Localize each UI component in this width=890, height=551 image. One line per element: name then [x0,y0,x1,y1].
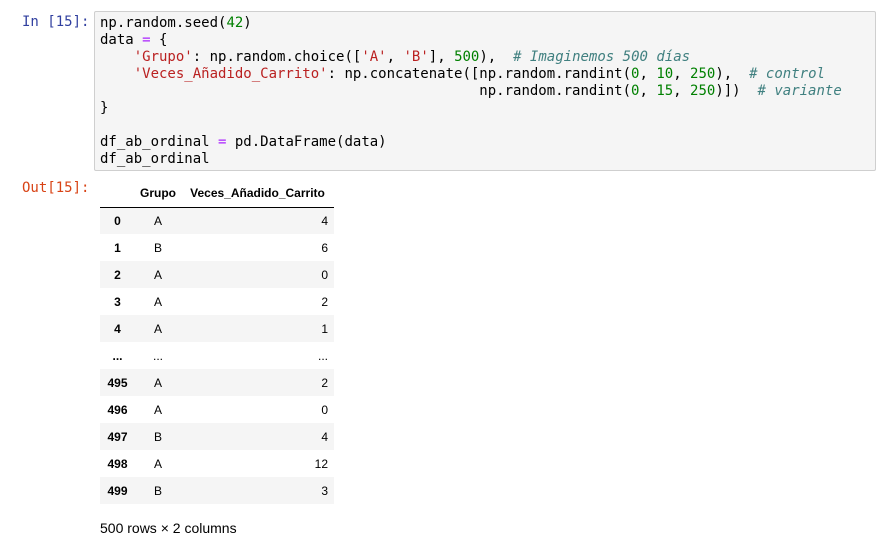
row-index: 495 [107,375,128,390]
row-index: 0 [114,213,121,228]
code-token: 500 [454,49,480,65]
cell-veces: 2 [321,375,328,390]
table-row: 3 A 2 [100,288,334,315]
code-token: , [673,66,691,82]
cell-grupo: A [153,402,162,417]
column-header-grupo: Grupo [135,180,181,208]
code-cell[interactable]: np.random.seed(42) data = { 'Grupo': np.… [94,11,876,171]
row-index: 3 [114,294,121,309]
code-editor[interactable]: np.random.seed(42) data = { 'Grupo': np.… [100,15,842,168]
table-row: 4 A 1 [100,315,334,342]
code-token: 'Grupo' [133,49,193,65]
code-token: , [386,49,404,65]
code-token: np.random.randint( [479,83,632,99]
code-token: ) [243,15,252,31]
code-token: ), [479,49,514,65]
code-token: df_ab_ordinal [100,134,219,150]
row-index: 498 [107,456,128,471]
row-index: 497 [107,429,128,444]
cell-veces: 4 [321,429,328,444]
code-comment: # Imaginemos 500 días [513,49,691,65]
cell-veces: 6 [321,240,328,255]
input-prompt: In [15]: [22,14,90,30]
index-header [100,180,135,208]
code-comment: # control [749,66,825,82]
row-index: 496 [107,402,128,417]
code-token: np.random.seed( [100,15,227,31]
table-header-row: Grupo Veces_Añadido_Carrito [100,180,334,208]
cell-veces: 4 [321,213,328,228]
code-token: )]) [715,83,758,99]
cell-grupo: A [153,375,162,390]
cell-veces: 3 [321,483,328,498]
code-token: pd.DataFrame(data) [226,134,387,150]
output-prompt: Out[15]: [22,180,90,196]
code-token: : np.concatenate([np.random.randint( [327,66,632,82]
code-token: , [639,66,657,82]
row-index: 4 [114,321,121,336]
code-token: : np.random.choice([ [192,49,362,65]
code-token: 'A' [361,49,387,65]
cell-grupo: B [153,240,162,255]
cell-grupo: A [153,321,162,336]
code-token: 250 [690,66,716,82]
code-token: 42 [226,15,244,31]
code-token: ], [428,49,455,65]
row-index: 499 [107,483,128,498]
row-index: 1 [114,240,121,255]
cell-grupo: B [153,483,162,498]
cell-grupo: ... [152,348,163,363]
cell-grupo: B [153,429,162,444]
code-token: df_ab_ordinal [100,151,210,167]
table-row: 496 A 0 [100,396,334,423]
table-row: 495 A 2 [100,369,334,396]
dataframe-shape: 500 rows × 2 columns [100,520,237,536]
cell-veces: ... [317,348,328,363]
cell-grupo: A [153,456,162,471]
column-header-veces: Veces_Añadido_Carrito [181,180,334,208]
table-body: 0 A 4 1 B 6 2 A 0 3 A 2 4 A 1......... 495 A 2 496 A 0 497 B 4 4… [100,207,334,504]
code-comment: # variante [757,83,842,99]
code-token: = [142,32,151,48]
table-row: 2 A 0 [100,261,334,288]
cell-veces: 0 [321,267,328,282]
cell-grupo: A [153,267,162,282]
table-row: 499 B 3 [100,477,334,504]
code-token: data [100,32,143,48]
row-index: 2 [114,267,121,282]
code-token: 10 [656,66,674,82]
code-token: , [673,83,691,99]
code-token: , [639,83,657,99]
cell-veces: 2 [321,294,328,309]
output-area: Grupo Veces_Añadido_Carrito 0A41B62A03A2… [100,180,334,504]
table-row: 0 A 4 [100,207,334,234]
code-token: } [100,100,109,116]
code-token: { [150,32,168,48]
cell-veces: 12 [314,456,328,471]
cell-veces: 1 [321,321,328,336]
row-index: ... [112,348,123,363]
cell-grupo: A [153,213,162,228]
table-row: 498 A 12 [100,450,334,477]
table-row: 1 B 6 [100,234,334,261]
code-token: 15 [656,83,674,99]
code-token: 'Veces_Añadido_Carrito' [133,66,328,82]
code-token: 'B' [403,49,429,65]
cell-grupo: A [153,294,162,309]
table-row: 497 B 4 [100,423,334,450]
code-token: 250 [690,83,716,99]
table-row: ......... [100,342,334,369]
dataframe-table: Grupo Veces_Añadido_Carrito 0A41B62A03A2… [100,180,334,504]
cell-veces: 0 [321,402,328,417]
code-token: ), [715,66,750,82]
